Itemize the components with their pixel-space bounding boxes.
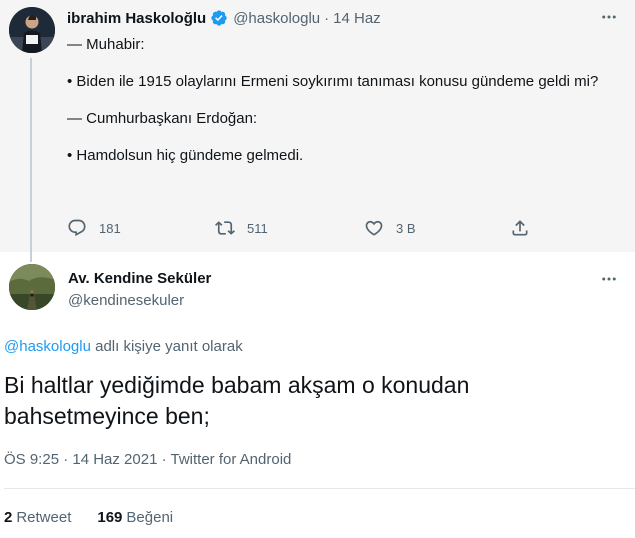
retweet-stat[interactable]: 2 Retweet xyxy=(4,509,71,526)
reply-button[interactable]: 181 xyxy=(67,218,121,238)
tweet-action-bar: 181 511 3 B xyxy=(67,218,547,240)
tweet-text-line: — Cumhurbaşkanı Erdoğan: xyxy=(67,110,258,127)
thread-connector-line xyxy=(30,58,32,262)
reply-count: 181 xyxy=(99,220,121,236)
retweet-stat-label: Retweet xyxy=(16,509,72,526)
tweet-text-line: — Muhabir: xyxy=(67,36,145,53)
replying-to-label: adlı kişiye yanıt olarak xyxy=(90,338,243,355)
parent-tweet-header: ibrahim Haskoloğlu @haskologlu · 14 Haz xyxy=(67,8,381,28)
parent-tweet-date[interactable]: 14 Haz xyxy=(333,10,381,27)
parent-author-handle[interactable]: @haskologlu xyxy=(233,10,320,27)
retweet-button[interactable]: 511 xyxy=(215,218,268,238)
share-button[interactable] xyxy=(510,218,542,238)
tweet-text-line: • Hamdolsun hiç gündeme gelmedi. xyxy=(67,147,304,164)
reply-author-avatar[interactable] xyxy=(9,264,55,310)
share-icon xyxy=(512,220,528,236)
replying-to-link[interactable]: @haskologlu xyxy=(4,338,91,355)
like-stat-count: 169 xyxy=(97,509,123,526)
tweet-text-line: • Biden ile 1915 olaylarını Ermeni soykı… xyxy=(67,73,599,90)
like-button[interactable]: 3 B xyxy=(364,218,416,238)
reply-tweet-text: Bi haltlar yediğimde babam akşam o konud… xyxy=(4,372,470,429)
reply-icon xyxy=(68,219,86,237)
like-count: 3 B xyxy=(396,220,416,236)
more-options-icon[interactable] xyxy=(599,7,619,27)
replying-to-line: @haskologlu adlı kişiye yanıt olarak xyxy=(4,338,243,355)
header-separator: · xyxy=(324,9,330,27)
parent-tweet-text: — Muhabir: • Biden ile 1915 olaylarını E… xyxy=(67,35,619,166)
heart-icon xyxy=(365,220,383,236)
like-stat[interactable]: 169 Beğeni xyxy=(97,509,173,526)
retweet-stat-count: 2 xyxy=(4,509,13,526)
reply-author-name[interactable]: Av. Kendine Seküler xyxy=(68,270,211,287)
more-options-icon[interactable] xyxy=(599,269,619,289)
tweet-stats: 2 Retweet 169 Beğeni xyxy=(4,509,199,526)
retweet-count: 511 xyxy=(247,220,268,236)
parent-author-name[interactable]: ibrahim Haskoloğlu xyxy=(67,10,206,27)
parent-tweet[interactable]: ibrahim Haskoloğlu @haskologlu · 14 Haz … xyxy=(0,0,635,262)
parent-author-avatar[interactable] xyxy=(9,7,55,53)
tweet-timestamp-line[interactable]: ÖS 9:25 · 14 Haz 2021 · Twitter for Andr… xyxy=(4,451,291,468)
like-stat-label: Beğeni xyxy=(126,509,174,526)
retweet-icon xyxy=(215,221,235,235)
verified-badge-icon xyxy=(210,9,228,27)
reply-author-handle[interactable]: @kendinesekuler xyxy=(68,292,184,309)
stats-divider xyxy=(4,488,635,489)
